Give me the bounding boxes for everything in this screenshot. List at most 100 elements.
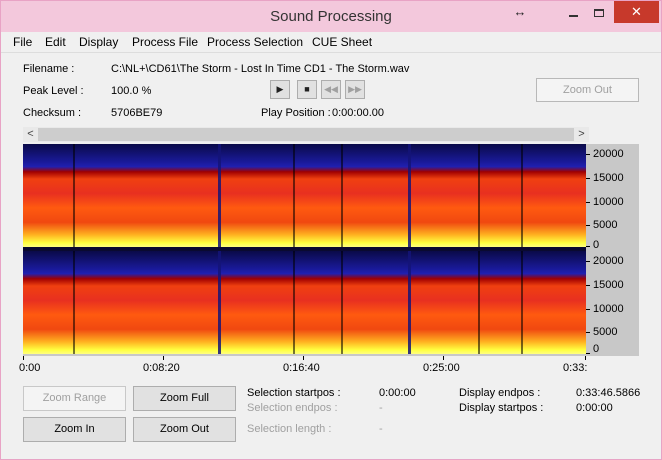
x-tick-label: 0:08:20 bbox=[143, 362, 180, 374]
spectro-dropout bbox=[293, 251, 295, 354]
filename-value: C:\NL+\CD61\The Storm - Lost In Time CD1… bbox=[111, 63, 410, 75]
y-tick bbox=[586, 332, 590, 333]
menu-edit[interactable]: Edit bbox=[45, 35, 66, 49]
y-tick-label: 5000 bbox=[593, 219, 618, 231]
play-icon: ▶ bbox=[276, 84, 284, 94]
menu-cue-sheet[interactable]: CUE Sheet bbox=[312, 35, 372, 49]
maximize-button[interactable] bbox=[579, 1, 619, 23]
spectro-dropout bbox=[478, 251, 480, 354]
y-tick-label: 5000 bbox=[593, 326, 618, 338]
y-tick bbox=[586, 309, 590, 310]
checksum-label: Checksum : bbox=[23, 107, 82, 119]
y-tick-label: 10000 bbox=[593, 303, 624, 315]
x-tick bbox=[585, 356, 586, 360]
y-tick-label: 20000 bbox=[593, 255, 624, 267]
spectro-dropout bbox=[218, 144, 221, 247]
display-endpos-label: Display endpos : bbox=[459, 387, 541, 399]
menu-bar: File Edit Display Process File Process S… bbox=[1, 32, 661, 53]
stop-icon: ■ bbox=[304, 84, 310, 94]
maximize-icon bbox=[594, 8, 604, 17]
close-icon: ✕ bbox=[631, 4, 642, 19]
minimize-icon bbox=[568, 14, 578, 17]
rewind-icon: ◀◀ bbox=[324, 84, 338, 94]
selection-endpos-value: - bbox=[379, 402, 383, 414]
y-tick bbox=[586, 285, 590, 286]
selection-endpos-label: Selection endpos : bbox=[247, 402, 338, 414]
y-tick bbox=[586, 246, 590, 247]
checksum-value: 5706BE79 bbox=[111, 107, 163, 119]
spectro-dropout bbox=[521, 251, 523, 354]
y-tick-label: 10000 bbox=[593, 196, 624, 208]
zoom-out-button[interactable]: Zoom Out bbox=[133, 417, 236, 442]
filename-label: Filename : bbox=[23, 63, 75, 75]
selection-startpos-value: 0:00:00 bbox=[379, 387, 416, 399]
spectro-dropout bbox=[408, 251, 411, 354]
stop-button[interactable]: ■ bbox=[297, 80, 317, 99]
title-bar: Sound Processing ↔ ✕ bbox=[1, 1, 661, 32]
menu-process-selection[interactable]: Process Selection bbox=[207, 35, 303, 49]
y-tick-label: 15000 bbox=[593, 279, 624, 291]
scroll-left-icon[interactable]: < bbox=[23, 127, 38, 142]
spectro-dropout bbox=[341, 144, 343, 247]
spectro-dropout bbox=[478, 144, 480, 247]
y-tick-label: 15000 bbox=[593, 172, 624, 184]
spectrogram-channel-2[interactable] bbox=[23, 251, 586, 354]
x-tick bbox=[443, 356, 444, 360]
scroll-right-icon[interactable]: > bbox=[574, 127, 589, 142]
selection-length-value: - bbox=[379, 423, 383, 435]
y-tick bbox=[586, 202, 590, 203]
display-startpos-label: Display startpos : bbox=[459, 402, 544, 414]
selection-startpos-label: Selection startpos : bbox=[247, 387, 341, 399]
spectrogram-channel-1[interactable] bbox=[23, 144, 586, 247]
zoom-range-button[interactable]: Zoom Range bbox=[23, 386, 126, 411]
spectro-dropout bbox=[218, 251, 221, 354]
rewind-button[interactable]: ◀◀ bbox=[321, 80, 341, 99]
spectro-dropout bbox=[73, 144, 75, 247]
x-tick-label: 0:16:40 bbox=[283, 362, 320, 374]
y-tick bbox=[586, 178, 590, 179]
y-tick bbox=[586, 261, 590, 262]
zoom-full-button[interactable]: Zoom Full bbox=[133, 386, 236, 411]
play-position-value: 0:00:00.00 bbox=[332, 107, 384, 119]
spectro-dropout bbox=[521, 144, 523, 247]
display-startpos-value: 0:00:00 bbox=[576, 402, 613, 414]
x-tick bbox=[23, 356, 24, 360]
x-tick-label: 0:33: bbox=[563, 362, 588, 374]
x-tick-label: 0:25:00 bbox=[423, 362, 460, 374]
time-axis: 0:00 0:08:20 0:16:40 0:25:00 0:33: bbox=[19, 356, 589, 381]
spectro-dropout bbox=[73, 251, 75, 354]
y-tick bbox=[586, 353, 590, 354]
display-endpos-value: 0:33:46.5866 bbox=[576, 387, 641, 399]
spectrogram-panel[interactable]: 20000 15000 10000 5000 0 20000 15000 100… bbox=[23, 144, 639, 356]
play-button[interactable]: ▶ bbox=[270, 80, 290, 99]
fast-forward-icon: ▶▶ bbox=[348, 84, 362, 94]
x-tick bbox=[303, 356, 304, 360]
menu-display[interactable]: Display bbox=[79, 35, 118, 49]
fast-forward-button[interactable]: ▶▶ bbox=[345, 80, 365, 99]
close-button[interactable]: ✕ bbox=[614, 1, 659, 23]
sound-processing-window: Sound Processing ↔ ✕ File Edit Display P… bbox=[0, 0, 662, 460]
scroll-thumb[interactable] bbox=[38, 128, 574, 141]
selection-length-label: Selection length : bbox=[247, 423, 332, 435]
frequency-axis-channel-1: 20000 15000 10000 5000 0 bbox=[586, 144, 639, 251]
frequency-axis-channel-2: 20000 15000 10000 5000 0 bbox=[586, 251, 639, 355]
x-tick bbox=[163, 356, 164, 360]
peak-level-value: 100.0 % bbox=[111, 85, 152, 97]
horizontal-scrollbar[interactable]: < > bbox=[23, 127, 589, 142]
zoom-in-button[interactable]: Zoom In bbox=[23, 417, 126, 442]
y-tick-label: 0 bbox=[593, 239, 600, 251]
spectro-dropout bbox=[341, 251, 343, 354]
menu-process-file[interactable]: Process File bbox=[132, 35, 198, 49]
y-tick bbox=[586, 154, 590, 155]
y-tick bbox=[586, 225, 590, 226]
x-tick-label: 0:00 bbox=[19, 362, 41, 374]
spectro-dropout bbox=[408, 144, 411, 247]
spectro-dropout bbox=[293, 144, 295, 247]
y-tick-label: 0 bbox=[593, 343, 600, 355]
resize-icon[interactable]: ↔ bbox=[504, 1, 536, 23]
zoom-out-top-button[interactable]: Zoom Out bbox=[536, 78, 639, 102]
play-position-label: Play Position : bbox=[261, 107, 331, 119]
peak-level-label: Peak Level : bbox=[23, 85, 84, 97]
menu-file[interactable]: File bbox=[13, 35, 32, 49]
y-tick-label: 20000 bbox=[593, 148, 624, 160]
